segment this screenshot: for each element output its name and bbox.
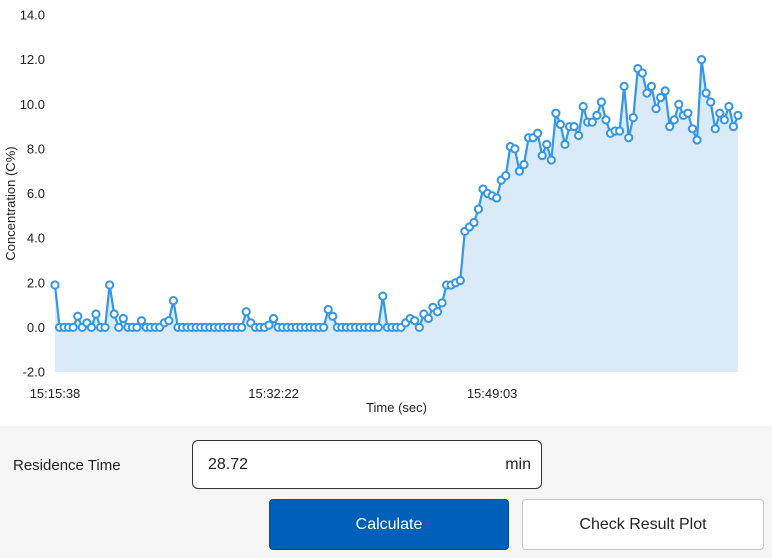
chart-panel: -2.0 0.0 2.0 4.0 6.0 8.0 10.0 12.0 14.0 15:15:38 1…	[0, 0, 772, 426]
data-point	[710, 124, 720, 134]
data-point	[587, 117, 597, 127]
data-point	[560, 139, 570, 150]
data-point	[683, 108, 693, 118]
data-point	[132, 322, 142, 332]
data-point	[410, 316, 420, 326]
y-tick-label: 4.0	[27, 231, 45, 246]
residence-time-field[interactable]: 28.72 min	[192, 440, 542, 489]
residence-time-value[interactable]: 28.72	[208, 456, 248, 474]
calculate-button[interactable]: Calculate	[269, 499, 509, 550]
data-point	[473, 204, 484, 214]
data-point	[578, 101, 588, 112]
data-point	[86, 322, 97, 332]
data-point	[624, 133, 634, 143]
y-tick-label: 0.0	[27, 320, 45, 335]
data-point	[105, 280, 115, 290]
data-point	[719, 115, 729, 125]
data-point	[164, 316, 174, 326]
data-point	[414, 322, 424, 332]
data-point	[706, 97, 716, 107]
data-point	[455, 275, 465, 286]
data-point	[628, 113, 638, 123]
data-point	[601, 115, 611, 125]
data-point	[264, 320, 274, 330]
data-point	[555, 119, 566, 129]
data-point	[696, 55, 707, 65]
data-point	[168, 296, 178, 306]
data-point	[501, 171, 511, 181]
data-point	[373, 322, 383, 332]
data-point	[665, 121, 675, 132]
data-point	[136, 316, 147, 326]
data-point	[114, 322, 124, 332]
y-tick-label: -2.0	[23, 365, 45, 380]
data-point	[423, 313, 433, 324]
data-point	[118, 313, 128, 324]
data-point	[546, 155, 556, 165]
data-point	[596, 97, 607, 107]
data-point	[574, 130, 584, 141]
data-point	[519, 159, 529, 170]
data-point	[492, 193, 502, 203]
y-tick-label: 12.0	[20, 52, 45, 67]
data-point	[551, 108, 561, 118]
data-point	[323, 304, 333, 315]
data-point	[669, 115, 679, 125]
y-axis-title: Concentration (C%)	[3, 146, 18, 260]
data-point	[68, 322, 78, 332]
data-point	[615, 126, 625, 136]
data-point	[569, 121, 579, 132]
check-result-plot-button[interactable]: Check Result Plot	[522, 499, 764, 550]
data-point	[687, 124, 698, 134]
residence-time-label: Residence Time	[13, 457, 121, 474]
data-point	[619, 81, 629, 92]
data-point	[537, 150, 547, 161]
data-point	[715, 108, 725, 118]
data-point	[109, 309, 119, 319]
data-point	[241, 307, 251, 317]
x-axis-title: Time (sec)	[366, 400, 427, 415]
x-tick-label: 15:32:22	[248, 386, 299, 401]
data-point	[437, 298, 447, 308]
x-tick-label: 15:15:38	[30, 386, 81, 401]
data-point	[660, 86, 670, 96]
data-point	[733, 110, 743, 121]
data-point	[73, 311, 83, 321]
data-point	[510, 144, 520, 154]
data-point	[692, 135, 702, 145]
y-tick-label: 6.0	[27, 186, 45, 201]
data-point	[91, 309, 101, 319]
data-point	[432, 307, 443, 317]
data-point	[319, 322, 329, 332]
data-point	[328, 311, 338, 321]
data-point	[701, 88, 711, 98]
data-point	[728, 121, 739, 132]
data-point	[268, 313, 279, 324]
data-point	[50, 280, 60, 290]
y-tick-label: 10.0	[20, 97, 45, 112]
data-point	[542, 139, 552, 150]
concentration-chart: -2.0 0.0 2.0 4.0 6.0 8.0 10.0 12.0 14.0 15:15:38 1…	[3, 8, 743, 415]
data-point	[642, 88, 652, 98]
data-point	[674, 99, 684, 109]
data-point	[533, 128, 543, 138]
data-point	[637, 68, 647, 78]
data-point	[655, 92, 666, 103]
data-point	[237, 322, 247, 332]
data-point	[592, 110, 602, 121]
data-point	[378, 291, 388, 301]
data-point	[514, 166, 525, 176]
y-tick-label: 8.0	[27, 141, 45, 156]
data-point	[646, 81, 657, 92]
data-point	[469, 217, 479, 228]
x-tick-label: 15:49:03	[467, 386, 518, 401]
data-point	[651, 104, 661, 114]
residence-time-unit: min	[505, 456, 531, 473]
data-point	[100, 322, 110, 332]
y-tick-label: 14.0	[20, 8, 45, 23]
y-tick-label: 2.0	[27, 275, 45, 290]
data-point	[724, 101, 734, 112]
